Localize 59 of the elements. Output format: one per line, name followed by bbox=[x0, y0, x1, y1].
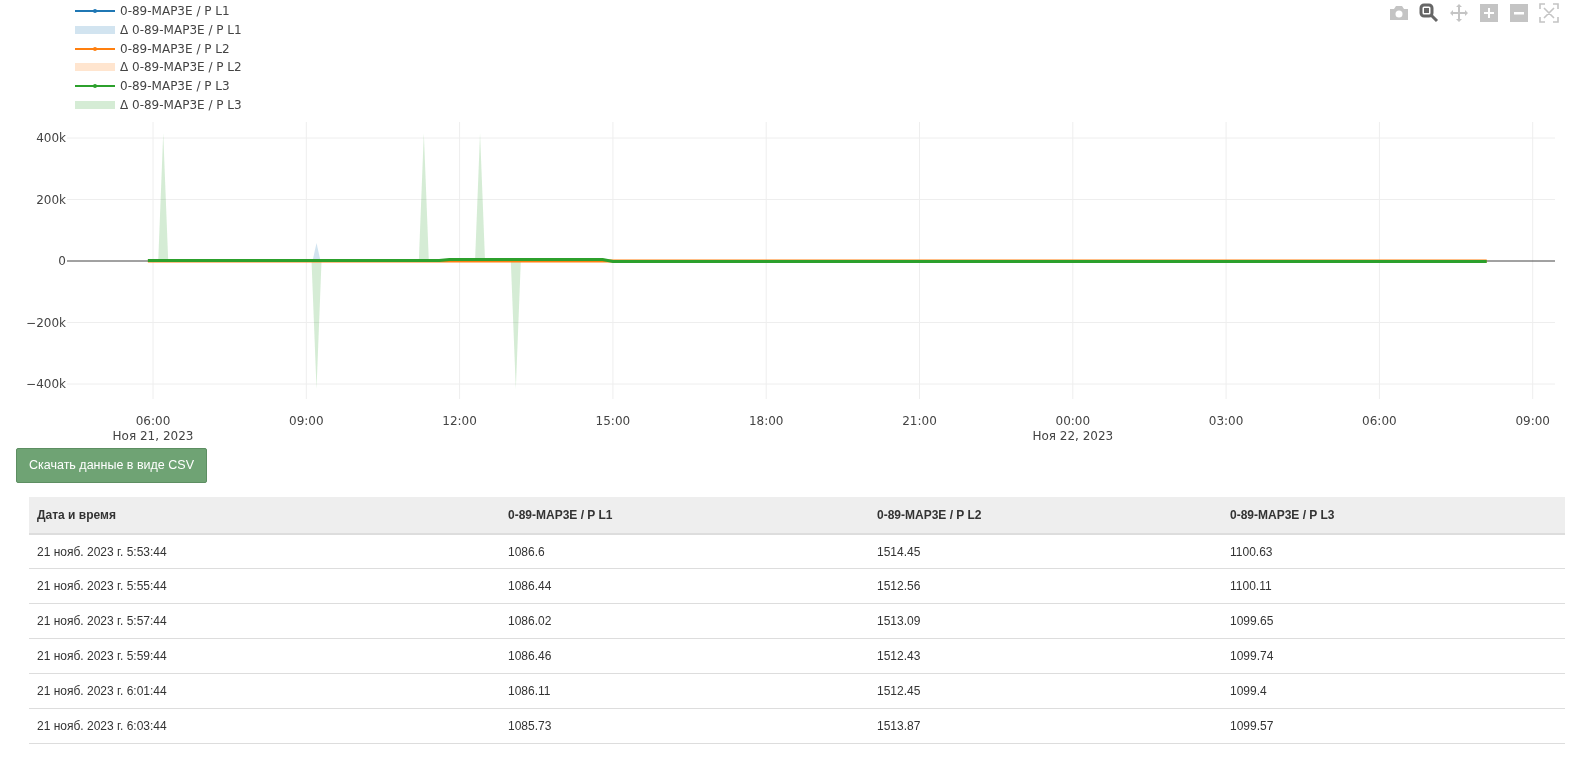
table-cell: 1099.74 bbox=[1222, 638, 1565, 674]
legend-label[interactable]: Δ 0-89-MAP3E / P L3 bbox=[120, 95, 242, 114]
x-date-label: Ноя 22, 2023 bbox=[1032, 429, 1114, 444]
table-cell: 1099.57 bbox=[1222, 708, 1565, 744]
x-tick-label: 12:00 bbox=[442, 414, 477, 429]
legend-band-swatch-icon[interactable] bbox=[75, 62, 115, 73]
table-cell: 1100.63 bbox=[1222, 533, 1565, 569]
table-cell: 1512.45 bbox=[869, 673, 1222, 709]
table-cell: 1100.11 bbox=[1222, 568, 1565, 604]
legend-label[interactable]: 0-89-MAP3E / P L2 bbox=[120, 39, 230, 58]
y-tick-label: 0 bbox=[58, 254, 66, 269]
table-cell: 1086.11 bbox=[500, 673, 869, 709]
column-header: 0-89-MAP3E / P L2 bbox=[869, 496, 1222, 534]
table-cell: 1513.87 bbox=[869, 708, 1222, 744]
x-tick-label: 03:00 bbox=[1208, 414, 1244, 429]
table-cell: 21 нояб. 2023 г. 6:01:44 bbox=[29, 673, 500, 709]
table-cell: 21 нояб. 2023 г. 6:03:44 bbox=[29, 708, 500, 744]
table-cell: 1512.43 bbox=[869, 638, 1222, 674]
x-tick-label: 09:00 bbox=[1515, 414, 1550, 429]
table-cell: 1086.6 bbox=[500, 533, 869, 569]
plus-icon[interactable] bbox=[1478, 2, 1500, 24]
table-cell: 21 нояб. 2023 г. 5:57:44 bbox=[29, 603, 500, 639]
legend-label[interactable]: Δ 0-89-MAP3E / P L1 bbox=[120, 21, 242, 40]
table-cell: 1099.4 bbox=[1222, 673, 1565, 709]
y-tick-label: −400k bbox=[26, 377, 66, 392]
autoscale-icon[interactable] bbox=[1538, 2, 1560, 24]
pan-arrows-icon[interactable] bbox=[1448, 2, 1470, 24]
table-cell: 1513.09 bbox=[869, 603, 1222, 639]
zoom-icon[interactable] bbox=[1418, 2, 1440, 24]
y-tick-label: −200k bbox=[26, 315, 66, 330]
y-tick-label: 400k bbox=[36, 131, 66, 146]
x-date-label: Ноя 21, 2023 bbox=[112, 429, 194, 444]
column-header: 0-89-MAP3E / P L1 bbox=[500, 496, 869, 534]
x-tick-label: 06:00 bbox=[135, 414, 171, 429]
x-tick-label: 06:00 bbox=[1362, 414, 1397, 429]
x-tick-label: 15:00 bbox=[595, 414, 631, 429]
x-tick-label: 00:00 bbox=[1055, 414, 1091, 429]
legend-label[interactable]: 0-89-MAP3E / P L3 bbox=[120, 77, 230, 96]
y-tick-label: 200k bbox=[36, 192, 66, 207]
column-header: Дата и время bbox=[29, 496, 500, 534]
table-cell: 1514.45 bbox=[869, 533, 1222, 569]
table-cell: 21 нояб. 2023 г. 5:53:44 bbox=[29, 533, 500, 569]
table-cell: 1099.65 bbox=[1222, 603, 1565, 639]
table-cell: 1086.44 bbox=[500, 568, 869, 604]
legend-label[interactable]: Δ 0-89-MAP3E / P L2 bbox=[120, 58, 242, 77]
table-cell: 21 нояб. 2023 г. 5:59:44 bbox=[29, 638, 500, 674]
x-tick-label: 09:00 bbox=[289, 414, 324, 429]
table-cell: 21 нояб. 2023 г. 5:55:44 bbox=[29, 568, 500, 604]
table-cell: 1512.56 bbox=[869, 568, 1222, 604]
x-tick-label: 18:00 bbox=[748, 414, 784, 429]
legend-band-swatch-icon[interactable] bbox=[75, 25, 115, 36]
legend-label[interactable]: 0-89-MAP3E / P L1 bbox=[120, 2, 230, 21]
column-header: 0-89-MAP3E / P L3 bbox=[1222, 496, 1565, 534]
x-tick-label: 21:00 bbox=[902, 414, 937, 429]
minus-icon[interactable] bbox=[1508, 2, 1530, 24]
table-cell: 1086.02 bbox=[500, 603, 869, 639]
table-cell: 1086.46 bbox=[500, 638, 869, 674]
table-cell: 1085.73 bbox=[500, 708, 869, 744]
legend-band-swatch-icon[interactable] bbox=[75, 99, 115, 110]
